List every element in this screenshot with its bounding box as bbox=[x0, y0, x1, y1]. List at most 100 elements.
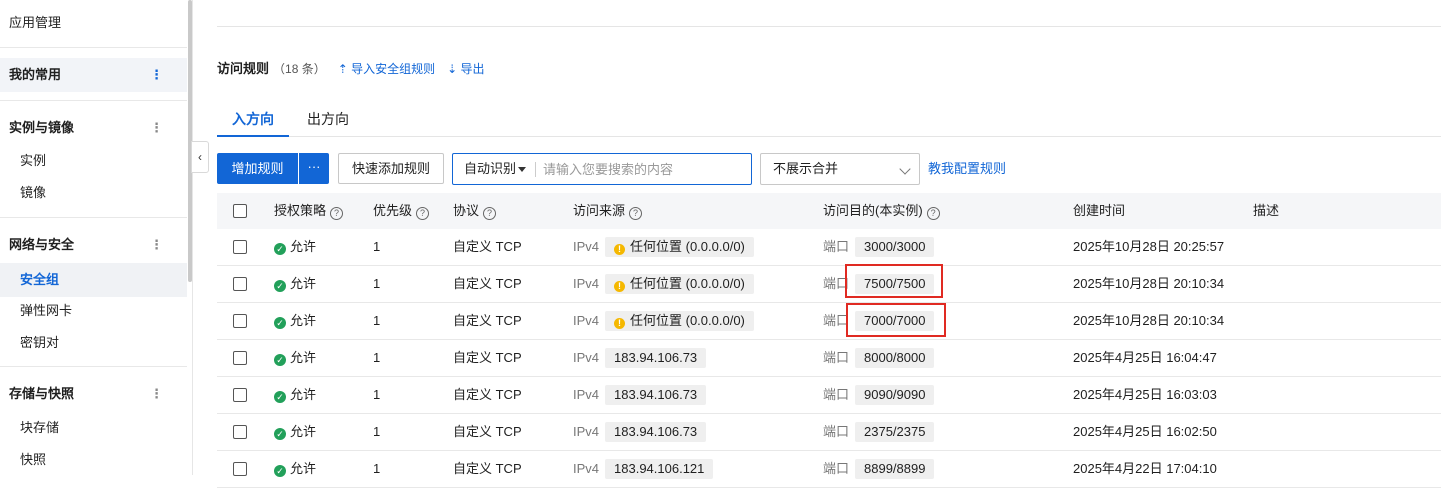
row-checkbox[interactable] bbox=[233, 314, 247, 328]
policy-cell: ✓ 允许 bbox=[274, 340, 316, 376]
source-tag: 183.94.106.121 bbox=[605, 459, 714, 479]
tab-outbound[interactable]: 出方向 bbox=[307, 108, 349, 135]
row-checkbox[interactable] bbox=[233, 462, 247, 476]
more-vertical-icon[interactable]: ⋮ bbox=[150, 228, 163, 262]
tab-inbound[interactable]: 入方向 bbox=[217, 108, 289, 137]
sidebar-item-block-storage[interactable]: 块存储 bbox=[0, 411, 187, 445]
table-row[interactable]: ✓ 允许 1 自定义 TCP IPv4 183.94.106.73 端口 2375/2375 2… bbox=[217, 414, 1441, 451]
rules-header: 访问规则 （18 条） ⇡ 导入安全组规则 ⇣ 导出 bbox=[217, 60, 484, 78]
row-checkbox[interactable] bbox=[233, 351, 247, 365]
check-circle-icon: ✓ bbox=[274, 428, 286, 440]
source-tag: ! 任何位置 (0.0.0.0/0) bbox=[605, 237, 754, 257]
merge-display-select[interactable]: 不展示合并 bbox=[760, 153, 920, 185]
sidebar-item-eni[interactable]: 弹性网卡 bbox=[0, 294, 187, 328]
port-label: 端口 bbox=[823, 387, 850, 402]
more-vertical-icon[interactable]: ⋮ bbox=[150, 111, 163, 145]
sidebar-item-snapshots[interactable]: 快照 bbox=[0, 443, 187, 477]
created-time-cell: 2025年4月25日 16:02:50 bbox=[1073, 424, 1217, 439]
col-label: 优先级 bbox=[373, 203, 413, 218]
search-input[interactable] bbox=[543, 157, 743, 181]
help-icon[interactable]: ? bbox=[629, 207, 643, 220]
protocol-cell: 自定义 TCP bbox=[453, 350, 522, 365]
col-policy: 授权策略? bbox=[274, 193, 344, 229]
more-vertical-icon[interactable]: ⋮ bbox=[150, 377, 163, 411]
port-label: 端口 bbox=[823, 461, 850, 476]
export-link[interactable]: ⇣ 导出 bbox=[447, 62, 484, 76]
row-checkbox[interactable] bbox=[233, 277, 247, 291]
sidebar-item-app-management[interactable]: 应用管理 bbox=[0, 6, 187, 40]
add-rule-button[interactable]: 增加规则 bbox=[217, 153, 298, 184]
import-rules-link[interactable]: ⇡ 导入安全组规则 bbox=[338, 62, 435, 76]
priority-cell: 1 bbox=[373, 424, 381, 439]
ip-version: IPv4 bbox=[573, 276, 600, 291]
sidebar-group-network-security[interactable]: 网络与安全 ⋮ bbox=[0, 228, 187, 262]
sidebar-collapse-button[interactable]: ‹ bbox=[191, 141, 209, 173]
teach-config-link[interactable]: 教我配置规则 bbox=[928, 153, 1006, 185]
sidebar-item-security-groups[interactable]: 安全组 bbox=[0, 263, 187, 297]
ip-version: IPv4 bbox=[573, 424, 600, 439]
table-row[interactable]: ✓ 允许 1 自定义 TCP IPv4! 任何位置 (0.0.0.0/0) 端口 3000/3… bbox=[217, 229, 1441, 266]
sidebar-group-label: 实例与镜像 bbox=[9, 120, 75, 135]
row-checkbox[interactable] bbox=[233, 240, 247, 254]
policy-cell: ✓ 允许 bbox=[274, 414, 316, 450]
check-circle-icon: ✓ bbox=[274, 243, 286, 255]
row-checkbox[interactable] bbox=[233, 425, 247, 439]
source-cell: IPv4! 任何位置 (0.0.0.0/0) bbox=[573, 303, 754, 339]
select-all-checkbox[interactable] bbox=[233, 204, 247, 218]
priority-cell: 1 bbox=[373, 387, 381, 402]
source-cell: IPv4 ! 任何位置 (0.0.0.0/0) bbox=[573, 229, 754, 265]
rules-count: （18 条） bbox=[273, 62, 326, 76]
table-row[interactable]: ✓ 允许 1 自定义 TCP IPv4! 任何位置 (0.0.0.0/0) 端口 7000/7… bbox=[217, 303, 1441, 340]
help-icon[interactable]: ? bbox=[416, 207, 430, 220]
table-row[interactable]: ✓ 允许 1 自定义 TCP IPv4 183.94.106.73 端口 8000/8000 2… bbox=[217, 340, 1441, 377]
ip-version: IPv4 bbox=[573, 461, 600, 476]
policy-text: 允许 bbox=[290, 313, 317, 328]
warning-icon: ! bbox=[614, 318, 626, 329]
protocol-cell: 自定义 TCP bbox=[453, 387, 522, 402]
policy-text: 允许 bbox=[290, 387, 317, 402]
sidebar-item-key-pairs[interactable]: 密钥对 bbox=[0, 326, 187, 360]
help-icon[interactable]: ? bbox=[483, 207, 497, 220]
row-checkbox[interactable] bbox=[233, 388, 247, 402]
quick-add-rule-button[interactable]: 快速添加规则 bbox=[338, 153, 444, 184]
merge-select-value: 不展示合并 bbox=[773, 161, 839, 176]
sidebar-group-storage-snapshots[interactable]: 存储与快照 ⋮ bbox=[0, 377, 187, 411]
destination-cell: 端口 2375/2375 bbox=[823, 414, 935, 450]
more-vertical-icon[interactable]: ⋮ bbox=[150, 58, 163, 92]
chevron-left-icon: ‹ bbox=[198, 150, 202, 164]
source-text: 任何位置 (0.0.0.0/0) bbox=[630, 239, 745, 254]
created-time-cell: 2025年4月25日 16:04:47 bbox=[1073, 350, 1217, 365]
sidebar-item-instances[interactable]: 实例 bbox=[0, 144, 187, 178]
policy-text: 允许 bbox=[290, 239, 317, 254]
col-label: 描述 bbox=[1253, 203, 1280, 218]
policy-text: 允许 bbox=[290, 424, 317, 439]
chevron-down-icon bbox=[899, 163, 911, 175]
port-label: 端口 bbox=[823, 350, 850, 365]
table-row[interactable]: ✓ 允许 1 自定义 TCP IPv4 183.94.106.73 端口 9090/9090 2… bbox=[217, 377, 1441, 414]
policy-text: 允许 bbox=[290, 350, 317, 365]
policy-cell: ✓ 允许 bbox=[274, 229, 316, 265]
table-row[interactable]: ✓ 允许 1 自定义 TCP IPv4 183.94.106.121 端口 8899/8899… bbox=[217, 451, 1441, 488]
ip-version: IPv4 bbox=[573, 239, 600, 254]
table-row[interactable]: ✓ 允许 1 自定义 TCP IPv4! 任何位置 (0.0.0.0/0) 端口 7500/7… bbox=[217, 266, 1441, 303]
sidebar-group-favorites[interactable]: 我的常用 ⋮ bbox=[0, 58, 187, 92]
priority-cell: 1 bbox=[373, 313, 381, 328]
help-icon[interactable]: ? bbox=[926, 207, 940, 220]
source-cell: IPv4 183.94.106.121 bbox=[573, 451, 714, 487]
check-circle-icon: ✓ bbox=[274, 280, 286, 292]
source-cell: IPv4 183.94.106.73 bbox=[573, 340, 707, 376]
more-actions-button[interactable]: ··· bbox=[299, 153, 329, 184]
sidebar-item-images[interactable]: 镜像 bbox=[0, 176, 187, 210]
source-text: 183.94.106.121 bbox=[614, 461, 705, 476]
source-text: 183.94.106.73 bbox=[614, 350, 698, 365]
section-divider bbox=[217, 26, 1441, 27]
sidebar-divider bbox=[0, 47, 187, 48]
col-created: 创建时间 bbox=[1073, 193, 1125, 229]
table-header: 授权策略? 优先级? 协议? 访问来源? 访问目的(本实例)? 创建时间 描述 bbox=[217, 193, 1441, 229]
created-time-cell: 2025年10月28日 20:10:34 bbox=[1073, 276, 1225, 291]
policy-text: 允许 bbox=[290, 461, 317, 476]
help-icon[interactable]: ? bbox=[330, 207, 344, 220]
sidebar-group-instances-images[interactable]: 实例与镜像 ⋮ bbox=[0, 111, 187, 145]
protocol-cell: 自定义 TCP bbox=[453, 313, 522, 328]
col-label: 访问目的(本实例) bbox=[823, 203, 923, 218]
